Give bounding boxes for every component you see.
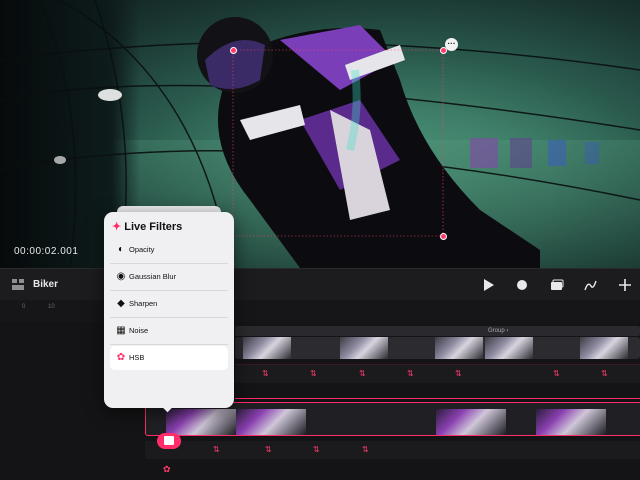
filter-label: Opacity xyxy=(129,245,155,254)
timeline-ruler[interactable]: 0 10 xyxy=(0,300,640,322)
timeline-toolbar: Biker xyxy=(0,268,640,301)
biker-artwork xyxy=(0,0,640,268)
plus-icon[interactable] xyxy=(617,277,633,293)
group-clip[interactable] xyxy=(235,337,640,359)
clip-type-badge[interactable] xyxy=(157,433,181,449)
group-bar[interactable] xyxy=(235,326,640,336)
divider xyxy=(110,344,228,345)
filter-item-opacity[interactable]: ◐ Opacity xyxy=(110,238,228,262)
divider xyxy=(110,290,228,291)
filter-track[interactable]: ⇅ ⇅ ⇅ ⇅ xyxy=(145,441,640,459)
hsb-icon: ✿ xyxy=(116,352,126,363)
ellipsis-icon[interactable]: ··· xyxy=(445,38,458,51)
clapper-icon xyxy=(164,436,174,445)
filter-item-sharpen[interactable]: ◆ Sharpen xyxy=(110,292,228,316)
clip-thumbnail xyxy=(485,337,533,359)
opacity-icon: ◐ xyxy=(117,244,125,255)
keyframe-icon[interactable]: ⇅ xyxy=(262,369,269,378)
noise-icon: ▦ xyxy=(116,325,126,336)
filter-label: Sharpen xyxy=(129,299,158,308)
transform-handle[interactable] xyxy=(440,233,447,240)
divider xyxy=(110,317,228,318)
filter-item-noise[interactable]: ▦ Noise xyxy=(110,319,228,343)
project-name[interactable]: Biker xyxy=(33,279,58,290)
video-canvas[interactable]: ··· 00:00:02.001 xyxy=(0,0,640,268)
keyframe-icon[interactable]: ⇅ xyxy=(359,369,366,378)
ruler-label: 0 xyxy=(22,304,26,310)
keyframe-icon[interactable]: ⇅ xyxy=(265,445,272,454)
filter-label: Gaussian Blur xyxy=(129,272,177,281)
ruler-label: 10 xyxy=(48,304,55,310)
keyframe-icon[interactable]: ⇅ xyxy=(553,369,560,378)
clip-thumbnail xyxy=(340,337,388,359)
popover-tail xyxy=(160,405,176,413)
filter-label: Noise xyxy=(129,326,149,335)
filter-item-gaussian-blur[interactable]: ◉ Gaussian Blur xyxy=(110,265,228,289)
clip-thumbnail xyxy=(166,409,236,435)
keyframe-icon[interactable]: ⇅ xyxy=(455,369,462,378)
keyframe-icon[interactable]: ⇅ xyxy=(407,369,414,378)
divider xyxy=(110,263,228,264)
sharpen-icon: ◆ xyxy=(117,298,125,309)
keyframe-icon[interactable]: ⇅ xyxy=(313,445,320,454)
sparkle-icon: ✦ xyxy=(112,221,122,233)
clip-thumbnail xyxy=(580,337,628,359)
popover-title: ✦ Live Filters xyxy=(112,220,182,233)
clip-thumbnail xyxy=(236,409,306,435)
keyframe-icon[interactable]: ⇅ xyxy=(310,369,317,378)
clip-thumbnail xyxy=(243,337,291,359)
filter-item-hsb[interactable]: ✿ HSB xyxy=(110,346,228,370)
play-icon[interactable] xyxy=(480,277,496,293)
selection-line xyxy=(235,398,640,399)
clip-thumbnail xyxy=(436,409,506,435)
layers-icon[interactable] xyxy=(12,279,24,290)
keyframe-icon[interactable]: ⇅ xyxy=(362,445,369,454)
transform-handle[interactable] xyxy=(230,47,237,54)
pen-icon[interactable] xyxy=(583,277,599,293)
hsb-icon[interactable]: ✿ xyxy=(163,464,171,475)
keyframe-icon[interactable]: ⇅ xyxy=(213,445,220,454)
clip-thumbnail xyxy=(435,337,483,359)
timecode: 00:00:02.001 xyxy=(14,246,79,257)
record-icon[interactable] xyxy=(514,277,530,293)
stack-icon[interactable] xyxy=(549,277,565,293)
blur-icon: ◉ xyxy=(116,271,126,282)
filter-label: HSB xyxy=(129,353,145,362)
clip-thumbnail xyxy=(536,409,606,435)
group-label[interactable]: Group › xyxy=(488,326,508,336)
keyframe-icon[interactable]: ⇅ xyxy=(601,369,608,378)
filter-track[interactable]: ⇅ ⇅ ⇅ ⇅ ⇅ ⇅ ⇅ xyxy=(235,364,640,383)
popover-title-text: Live Filters xyxy=(124,221,183,233)
